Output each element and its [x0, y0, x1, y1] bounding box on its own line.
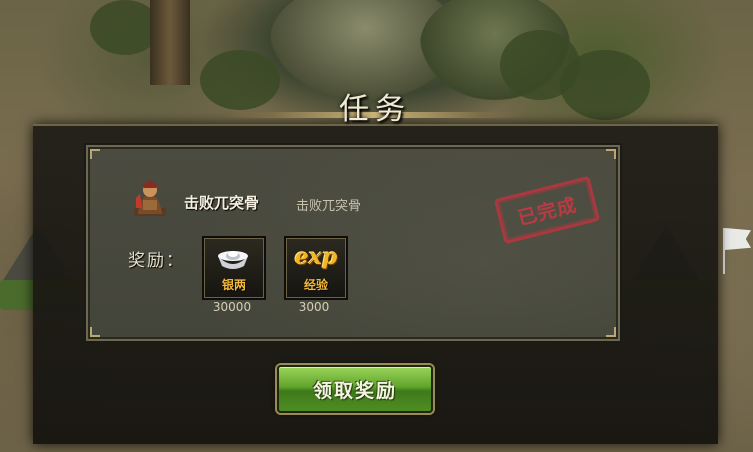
panel-corner — [90, 149, 100, 159]
panel-corner — [606, 149, 616, 159]
quest-description: 击败兀突骨 — [296, 199, 362, 214]
claim-reward-button[interactable]: 领取奖励 — [277, 365, 433, 413]
flag-pole — [723, 228, 725, 274]
reward-label: 奖励： — [128, 251, 185, 271]
panel-corner — [90, 327, 100, 337]
reward-silver: 银两 — [202, 236, 266, 300]
dialog-title: 任务 — [339, 92, 411, 127]
exp-icon: exp — [294, 244, 338, 270]
watchtower-decoration — [150, 0, 190, 85]
dialog-title-plate: 任务 — [225, 82, 525, 127]
white-flag-icon — [725, 228, 751, 250]
reward-exp: exp 经验 — [284, 236, 348, 300]
reward-amount: 3000 — [298, 300, 330, 314]
reward-name: 银两 — [221, 278, 246, 292]
panel-corner — [606, 327, 616, 337]
silver-ingot-icon — [216, 248, 250, 269]
reward-amount: 30000 — [212, 300, 252, 314]
tree-decoration — [560, 50, 650, 120]
reward-name: 经验 — [303, 278, 328, 292]
warrior-portrait-icon — [130, 178, 170, 218]
quest-panel — [84, 143, 622, 343]
quest-name: 击败兀突骨 — [184, 194, 260, 212]
